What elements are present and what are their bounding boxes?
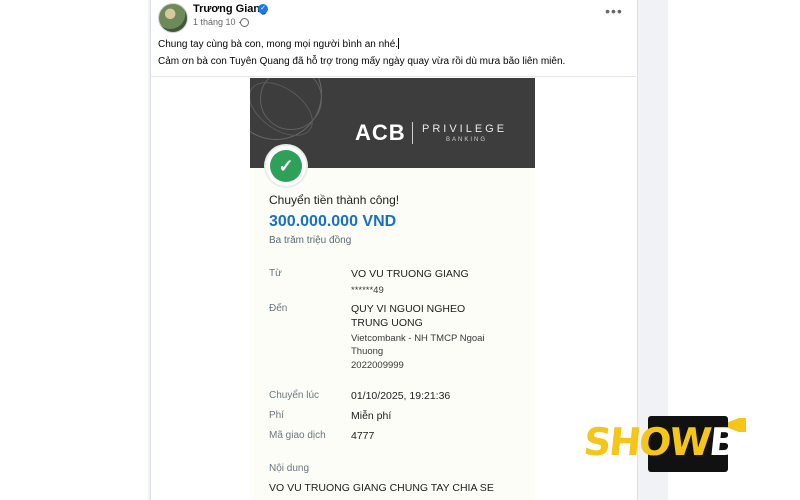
post-text-line-1: Chung tay cùng bà con, mong mọi người bì… — [158, 38, 400, 50]
recipient-name-line-1: QUY VI NGUOI NGHEO — [351, 303, 466, 315]
check-mark: ✓ — [270, 150, 302, 182]
time-label: Chuyển lúc — [269, 390, 320, 401]
recipient-bank-line-1: Vietcombank - NH TMCP Ngoai — [351, 333, 485, 344]
transaction-id-label: Mã giao dịch — [269, 430, 326, 441]
more-options-icon[interactable]: ••• — [605, 4, 623, 19]
watermark-show: SHOW — [581, 420, 712, 464]
verified-badge-icon: ✓ — [258, 4, 268, 14]
post-text-1: Chung tay cùng bà con, mong mọi người bì… — [158, 39, 399, 50]
transfer-time: 01/10/2025, 19:21:36 — [351, 390, 451, 402]
recipient-account: 2022009999 — [351, 360, 404, 371]
recipient-name-line-2: TRUNG UONG — [351, 317, 423, 329]
fee-label: Phí — [269, 410, 285, 421]
recipient-bank-line-2: Thuong — [351, 346, 384, 357]
sender-name: VO VU TRUONG GIANG — [351, 268, 469, 280]
transfer-content: VO VU TRUONG GIANG CHUNG TAY CHIA SE — [269, 482, 494, 494]
to-label: Đến — [269, 303, 288, 314]
left-panel — [0, 0, 148, 500]
banking-label: BANKING — [446, 137, 488, 143]
text-cursor — [398, 38, 400, 49]
author-name[interactable]: Trương Giang — [193, 3, 267, 15]
success-check-icon: ✓ — [266, 146, 306, 186]
globe-icon — [240, 18, 249, 27]
post-divider — [150, 76, 636, 77]
watermark-text: SHOWBIZ8 — [582, 420, 800, 464]
success-title: Chuyển tiền thành công! — [269, 193, 400, 207]
acb-logo: ACB — [355, 120, 406, 145]
from-label: Từ — [269, 268, 282, 279]
content-label: Nội dung — [269, 463, 310, 474]
sender-account: ******49 — [351, 285, 384, 296]
fee-value: Miễn phí — [351, 410, 392, 422]
author-avatar[interactable] — [158, 3, 188, 33]
post-timestamp[interactable]: 1 tháng 10 · — [193, 17, 241, 27]
logo-separator — [412, 122, 413, 144]
watermark-suffix: 8 — [771, 420, 800, 464]
privilege-label: PRIVILEGE — [422, 123, 508, 135]
transfer-amount: 300.000.000 VND — [269, 213, 397, 230]
amount-in-words: Ba trăm triệu đồng — [269, 235, 352, 246]
transaction-id: 4777 — [351, 430, 375, 442]
post-text-line-2: Cảm ơn bà con Tuyên Quang đã hỗ trợ tron… — [158, 56, 566, 67]
showbiz-watermark-logo: SHOWBIZ8 — [582, 412, 800, 478]
